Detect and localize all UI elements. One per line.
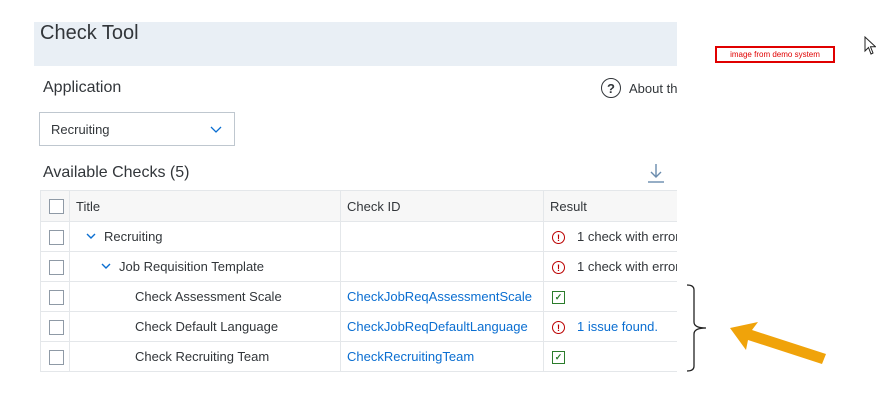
annotation-bracket (686, 284, 707, 372)
row-select-cell (40, 311, 70, 342)
demo-system-badge: image from demo system (715, 46, 835, 63)
table-row[interactable]: Check Assessment Scale CheckJobReqAssess… (40, 281, 677, 312)
result-text: 1 check with error. (577, 228, 677, 244)
chevron-down-icon (210, 126, 222, 133)
title-bar: Check Tool (34, 22, 677, 66)
issue-link[interactable]: 1 issue found. (577, 319, 658, 334)
download-icon[interactable] (646, 162, 666, 184)
table-row[interactable]: Recruiting ! 1 check with error. (40, 221, 677, 252)
select-all-checkbox[interactable] (49, 199, 64, 215)
about-link[interactable]: ? About th (601, 78, 677, 98)
row-title: Recruiting (104, 228, 163, 244)
chevron-down-icon[interactable] (86, 231, 96, 241)
error-icon: ! (552, 231, 565, 245)
result-cell: ✓ (543, 281, 677, 312)
check-id-link[interactable]: CheckJobReqAssessmentScale (340, 281, 544, 312)
column-header-title: Title (69, 190, 341, 222)
checkmark-icon: ✓ (552, 351, 565, 365)
row-checkbox[interactable] (49, 289, 64, 305)
result-cell: ! 1 issue found. (543, 311, 677, 342)
column-header-result: Result (543, 190, 677, 222)
annotation-arrow-icon (730, 322, 826, 364)
title-cell: Check Recruiting Team (69, 341, 341, 372)
check-id-cell (340, 221, 544, 252)
table-row[interactable]: Job Requisition Template ! 1 check with e… (40, 251, 677, 282)
row-checkbox[interactable] (49, 259, 64, 275)
help-icon: ? (601, 78, 621, 98)
row-title: Job Requisition Template (119, 258, 265, 274)
result-cell: ✓ (543, 341, 677, 372)
result-text: 1 check with error. (577, 258, 677, 274)
page-title: Check Tool (40, 22, 139, 44)
row-select-cell (40, 341, 70, 372)
result-cell: ! 1 check with error. (543, 251, 677, 282)
table-row[interactable]: Check Default Language CheckJobReqDefaul… (40, 311, 677, 342)
row-select-cell (40, 251, 70, 282)
row-checkbox[interactable] (49, 319, 64, 335)
checks-table: Title Check ID Result Recruiting ! 1 chec… (40, 190, 677, 372)
mouse-pointer-icon (864, 36, 876, 55)
title-cell: Check Default Language (69, 311, 341, 342)
checkmark-icon: ✓ (552, 291, 565, 305)
application-select-value: Recruiting (51, 122, 110, 137)
check-id-cell (340, 251, 544, 282)
error-icon: ! (552, 321, 565, 335)
check-id-link[interactable]: CheckRecruitingTeam (340, 341, 544, 372)
title-cell: Job Requisition Template (69, 251, 341, 282)
table-row[interactable]: Check Recruiting Team CheckRecruitingTea… (40, 341, 677, 372)
available-checks-label: Available Checks (5) (43, 164, 190, 181)
chevron-down-icon[interactable] (101, 261, 111, 271)
result-cell: ! 1 check with error. (543, 221, 677, 252)
row-select-cell (40, 281, 70, 312)
row-checkbox[interactable] (49, 349, 64, 365)
error-icon: ! (552, 261, 565, 275)
about-text: About th (629, 80, 677, 96)
table-header-row: Title Check ID Result (40, 190, 677, 222)
row-checkbox[interactable] (49, 229, 64, 245)
check-id-link[interactable]: CheckJobReqDefaultLanguage (340, 311, 544, 342)
application-label: Application (43, 79, 122, 96)
application-select[interactable]: Recruiting (39, 112, 235, 146)
column-header-check-id: Check ID (340, 190, 544, 222)
title-cell: Check Assessment Scale (69, 281, 341, 312)
row-select-cell (40, 221, 70, 252)
select-all-cell (40, 190, 70, 222)
title-cell: Recruiting (69, 221, 341, 252)
check-tool-panel: Check Tool Application ? About th Recrui… (34, 22, 677, 417)
